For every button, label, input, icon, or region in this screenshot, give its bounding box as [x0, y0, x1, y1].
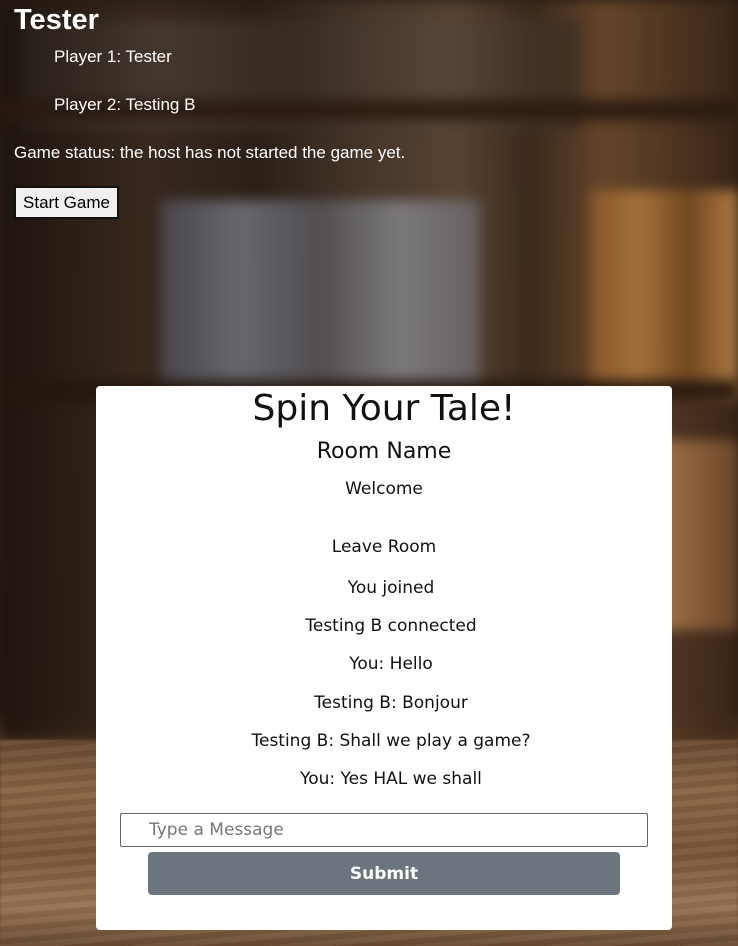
player-list: Player 1: Tester Player 2: Testing B: [54, 46, 195, 142]
start-game-button[interactable]: Start Game: [14, 186, 119, 219]
chat-message: Testing B: Bonjour: [314, 692, 468, 713]
message-input[interactable]: [120, 813, 648, 847]
chat-message: Testing B: Shall we play a game?: [251, 730, 531, 751]
chat-message: You joined: [347, 578, 435, 598]
player-item: Player 2: Testing B: [54, 95, 196, 114]
room-name: Room Name: [316, 439, 452, 464]
submit-button[interactable]: Submit: [148, 852, 620, 895]
page-title: Tester: [14, 4, 99, 36]
game-status: Game status: the host has not started th…: [14, 143, 406, 162]
message-list: You joined Testing B connected You: Hell…: [110, 566, 672, 795]
chat-message: Testing B connected: [305, 616, 477, 637]
chat-title: Spin Your Tale!: [252, 388, 516, 429]
chat-message: You: Hello: [349, 654, 433, 675]
leave-room-link[interactable]: Leave Room: [96, 537, 672, 557]
player-item: Player 1: Tester: [54, 47, 172, 66]
welcome-text: Welcome: [345, 479, 423, 499]
chat-panel: Spin Your Tale! Room Name Welcome Leave …: [96, 386, 672, 930]
chat-message: You: Yes HAL we shall: [300, 768, 482, 789]
